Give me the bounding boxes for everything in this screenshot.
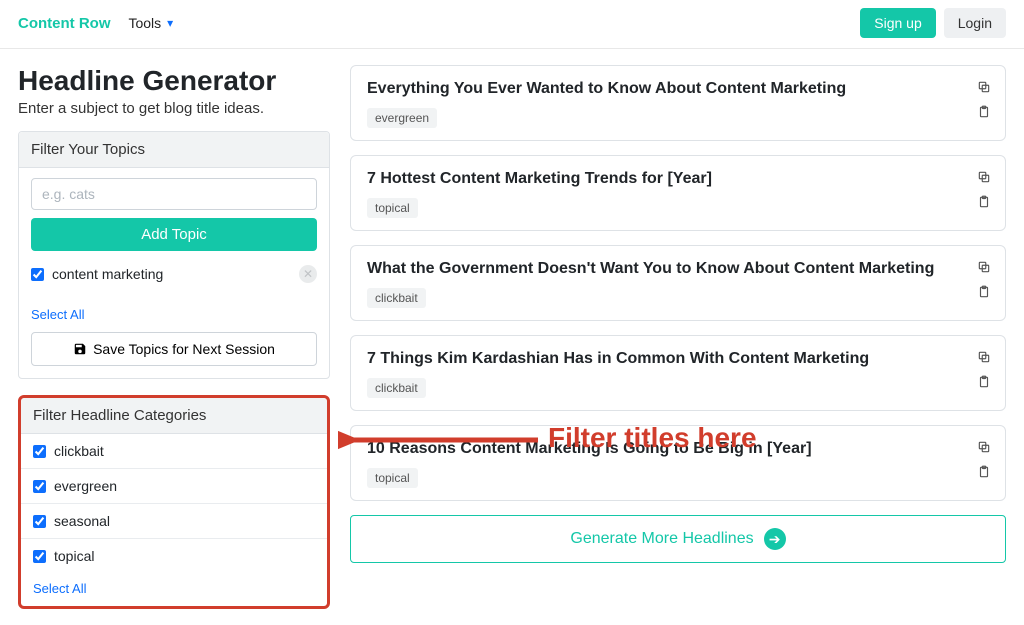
card-actions <box>977 260 991 304</box>
headline-card: 7 Hottest Content Marketing Trends for [… <box>350 155 1006 231</box>
category-checkbox[interactable] <box>33 515 46 528</box>
annotation-arrow-icon <box>338 420 548 470</box>
generate-more-label: Generate More Headlines <box>570 530 753 548</box>
arrow-right-icon: ➔ <box>764 528 786 550</box>
category-item[interactable]: topical <box>21 538 327 573</box>
headline-tag: topical <box>367 198 418 218</box>
clipboard-icon[interactable] <box>977 285 991 304</box>
page-subtitle: Enter a subject to get blog title ideas. <box>18 100 330 117</box>
topics-panel-header: Filter Your Topics <box>19 132 329 168</box>
category-item[interactable]: seasonal <box>21 503 327 538</box>
card-actions <box>977 170 991 214</box>
header-left: Content Row Tools ▾ <box>18 15 173 32</box>
header-right: Sign up Login <box>860 8 1006 38</box>
categories-select-all-link[interactable]: Select All <box>21 573 327 606</box>
main-content: Headline Generator Enter a subject to ge… <box>0 49 1024 625</box>
copy-icon[interactable] <box>977 170 991 189</box>
category-item[interactable]: evergreen <box>21 468 327 503</box>
topic-chip: content marketing ✕ <box>31 261 317 287</box>
save-icon <box>73 342 87 356</box>
headline-card: Everything You Ever Wanted to Know About… <box>350 65 1006 141</box>
copy-icon[interactable] <box>977 260 991 279</box>
clipboard-icon[interactable] <box>977 375 991 394</box>
chevron-down-icon: ▾ <box>167 16 173 30</box>
clipboard-icon[interactable] <box>977 465 991 484</box>
card-actions <box>977 350 991 394</box>
category-label: topical <box>54 548 94 564</box>
copy-icon[interactable] <box>977 440 991 459</box>
login-button[interactable]: Login <box>944 8 1006 38</box>
categories-panel: Filter Headline Categories clickbait eve… <box>18 395 330 609</box>
clipboard-icon[interactable] <box>977 105 991 124</box>
add-topic-button[interactable]: Add Topic <box>31 218 317 251</box>
topics-select-all-link[interactable]: Select All <box>19 299 329 332</box>
card-actions <box>977 80 991 124</box>
tools-label: Tools <box>128 15 161 31</box>
category-label: evergreen <box>54 478 117 494</box>
card-actions <box>977 440 991 484</box>
signup-button[interactable]: Sign up <box>860 8 935 38</box>
headline-title: Everything You Ever Wanted to Know About… <box>367 80 989 98</box>
clipboard-icon[interactable] <box>977 195 991 214</box>
headline-tag: clickbait <box>367 378 426 398</box>
right-column: Everything You Ever Wanted to Know About… <box>350 65 1006 625</box>
category-checkbox[interactable] <box>33 480 46 493</box>
save-topics-button[interactable]: Save Topics for Next Session <box>31 332 317 366</box>
page-title: Headline Generator <box>18 65 330 97</box>
generate-more-button[interactable]: Generate More Headlines ➔ <box>350 515 1006 563</box>
annotation-text: Filter titles here <box>548 422 757 454</box>
category-label: seasonal <box>54 513 110 529</box>
topics-panel: Filter Your Topics Add Topic content mar… <box>18 131 330 379</box>
brand-logo[interactable]: Content Row <box>18 15 110 32</box>
categories-panel-header: Filter Headline Categories <box>21 398 327 434</box>
copy-icon[interactable] <box>977 80 991 99</box>
headline-tag: evergreen <box>367 108 437 128</box>
headline-title: What the Government Doesn't Want You to … <box>367 260 989 278</box>
topics-panel-body: Add Topic content marketing ✕ <box>19 168 329 299</box>
topic-checkbox[interactable] <box>31 268 44 281</box>
topic-input[interactable] <box>31 178 317 210</box>
topic-label: content marketing <box>52 266 291 282</box>
headline-card: What the Government Doesn't Want You to … <box>350 245 1006 321</box>
left-column: Headline Generator Enter a subject to ge… <box>18 65 330 625</box>
category-label: clickbait <box>54 443 104 459</box>
headline-tag: clickbait <box>367 288 426 308</box>
remove-topic-icon[interactable]: ✕ <box>299 265 317 283</box>
copy-icon[interactable] <box>977 350 991 369</box>
tools-menu[interactable]: Tools ▾ <box>128 15 173 31</box>
category-checkbox[interactable] <box>33 445 46 458</box>
category-checkbox[interactable] <box>33 550 46 563</box>
headline-card: 7 Things Kim Kardashian Has in Common Wi… <box>350 335 1006 411</box>
categories-list: clickbait evergreen seasonal topical <box>21 434 327 573</box>
headline-title: 7 Hottest Content Marketing Trends for [… <box>367 170 989 188</box>
headline-tag: topical <box>367 468 418 488</box>
headline-title: 7 Things Kim Kardashian Has in Common Wi… <box>367 350 989 368</box>
top-header: Content Row Tools ▾ Sign up Login <box>0 0 1024 49</box>
save-topics-label: Save Topics for Next Session <box>93 341 275 357</box>
category-item[interactable]: clickbait <box>21 434 327 468</box>
